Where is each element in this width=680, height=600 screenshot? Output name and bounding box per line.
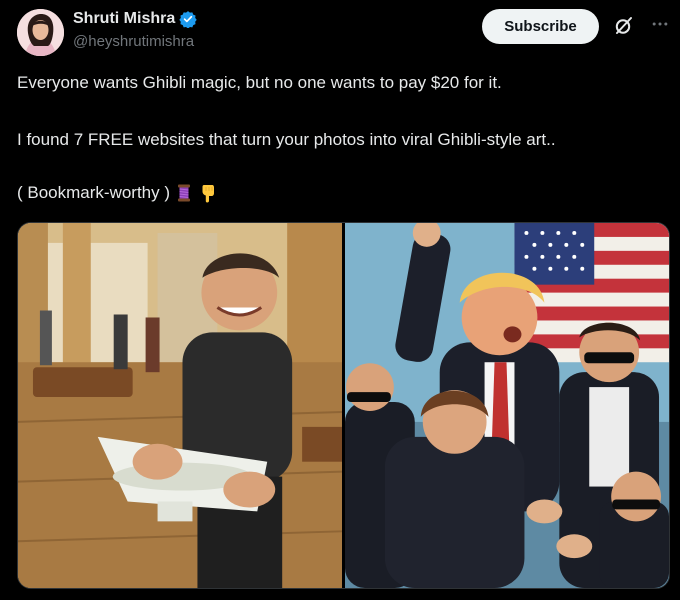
ghibli-crowd-with-flag-image[interactable] <box>345 223 669 588</box>
ghibli-man-carrying-sink-image[interactable] <box>18 223 342 588</box>
pointing-down-emoji-icon <box>198 183 218 203</box>
author-name-row: Shruti Mishra <box>73 10 197 29</box>
tweet-media-grid <box>17 222 670 589</box>
verified-badge-icon[interactable] <box>179 10 197 29</box>
more-options-icon[interactable] <box>648 12 672 36</box>
author-handle[interactable]: @heyshrutimishra <box>73 33 194 50</box>
tweet-text-line-3: ( Bookmark-worthy ) <box>17 182 218 204</box>
tweet-text-line-2: I found 7 FREE websites that turn your p… <box>17 130 556 149</box>
author-display-name[interactable]: Shruti Mishra <box>73 10 175 28</box>
bookmark-worthy-text: ( Bookmark-worthy ) <box>17 183 171 202</box>
tweet-card: Shruti Mishra @heyshrutimishra Subscribe… <box>0 0 680 600</box>
subscribe-button[interactable]: Subscribe <box>482 9 599 44</box>
tweet-text-line-1: Everyone wants Ghibli magic, but no one … <box>17 73 502 92</box>
author-avatar[interactable] <box>17 9 64 56</box>
grok-icon[interactable] <box>612 14 636 38</box>
thread-spool-emoji-icon <box>174 183 194 203</box>
